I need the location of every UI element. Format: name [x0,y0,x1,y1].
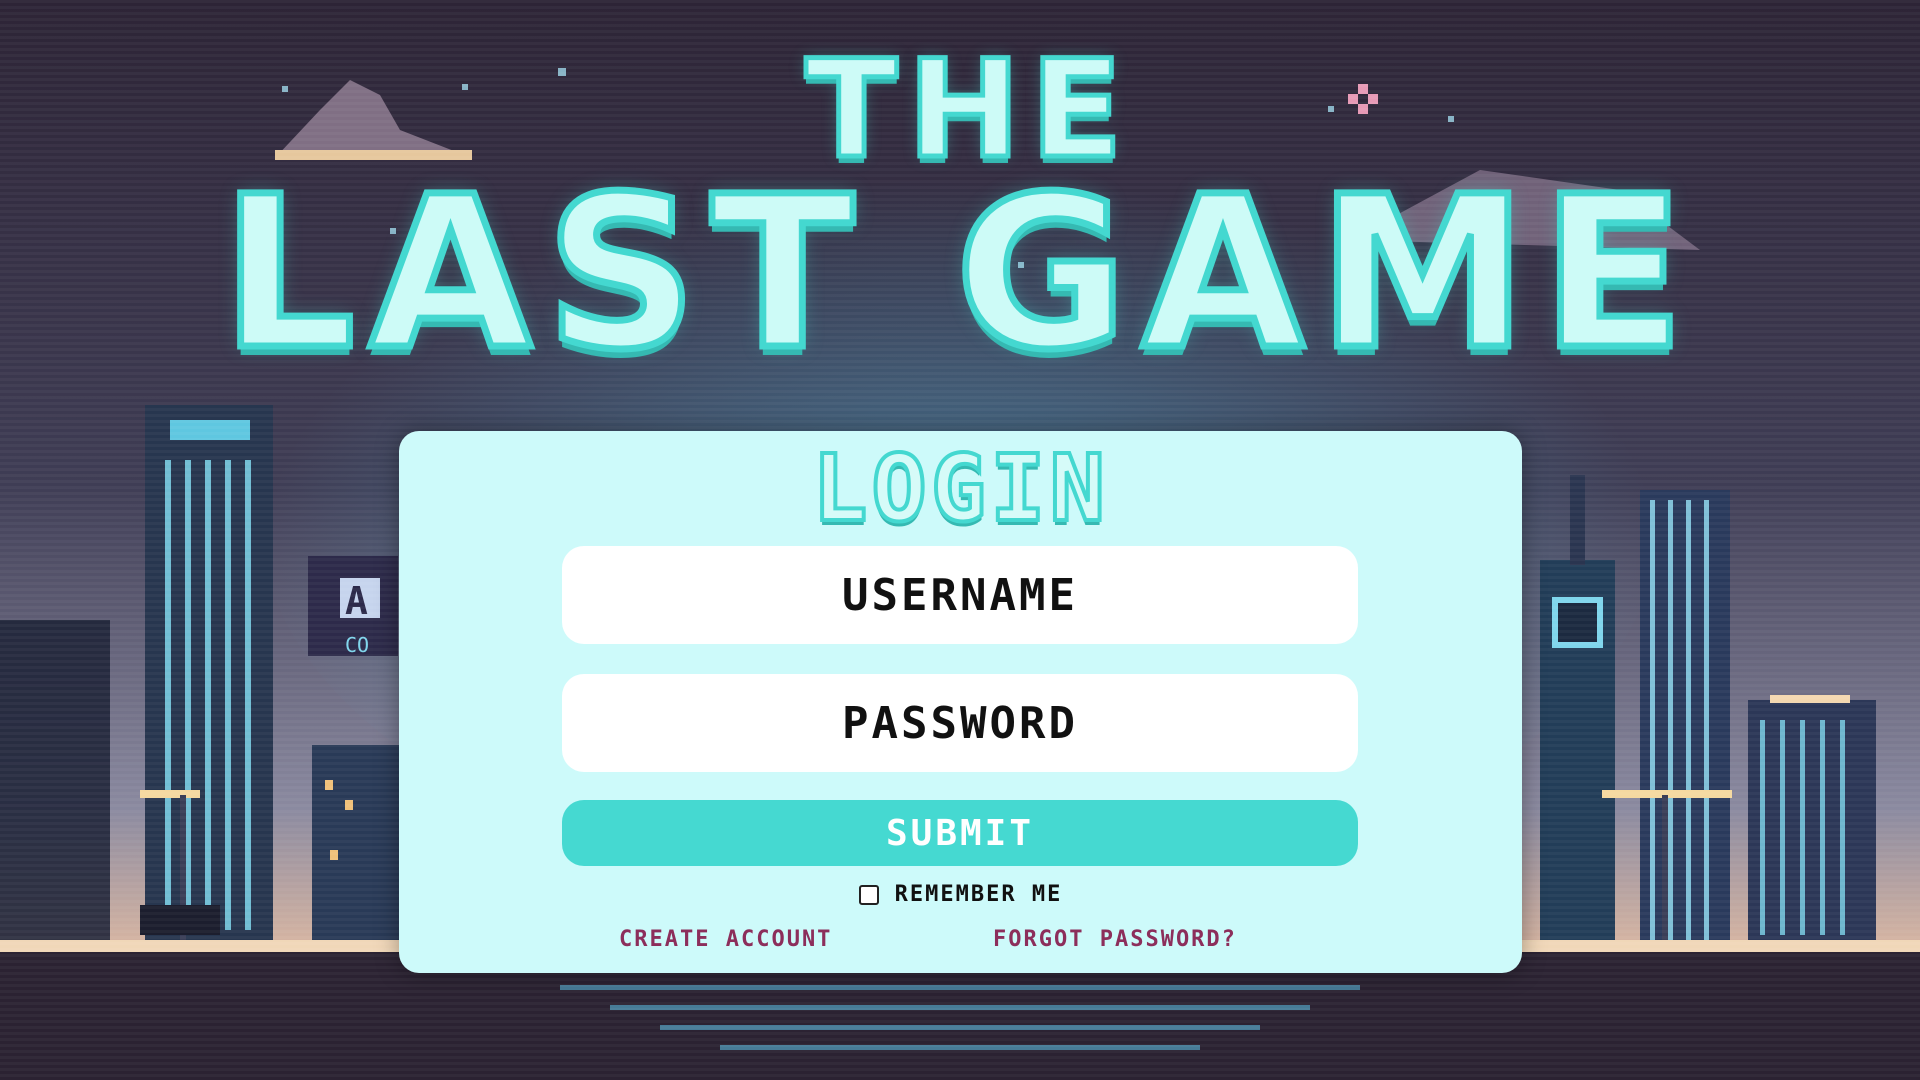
remember-me-row: REMEMBER ME [399,882,1522,907]
login-card: LOGIN SUBMIT REMEMBER ME CREATE ACCOUNT … [399,431,1522,973]
username-input[interactable] [562,546,1358,644]
login-heading: LOGIN [810,435,1109,542]
remember-me-label[interactable]: REMEMBER ME [895,882,1063,907]
title-line-last-game: LAST GAME [218,151,1699,396]
forgot-password-link[interactable]: FORGOT PASSWORD? [993,927,1237,952]
game-title: THE LAST GAME [0,40,1920,396]
submit-button[interactable]: SUBMIT [562,800,1358,866]
remember-me-checkbox[interactable] [858,884,879,905]
password-input[interactable] [562,674,1358,772]
create-account-link[interactable]: CREATE ACCOUNT [619,927,832,952]
